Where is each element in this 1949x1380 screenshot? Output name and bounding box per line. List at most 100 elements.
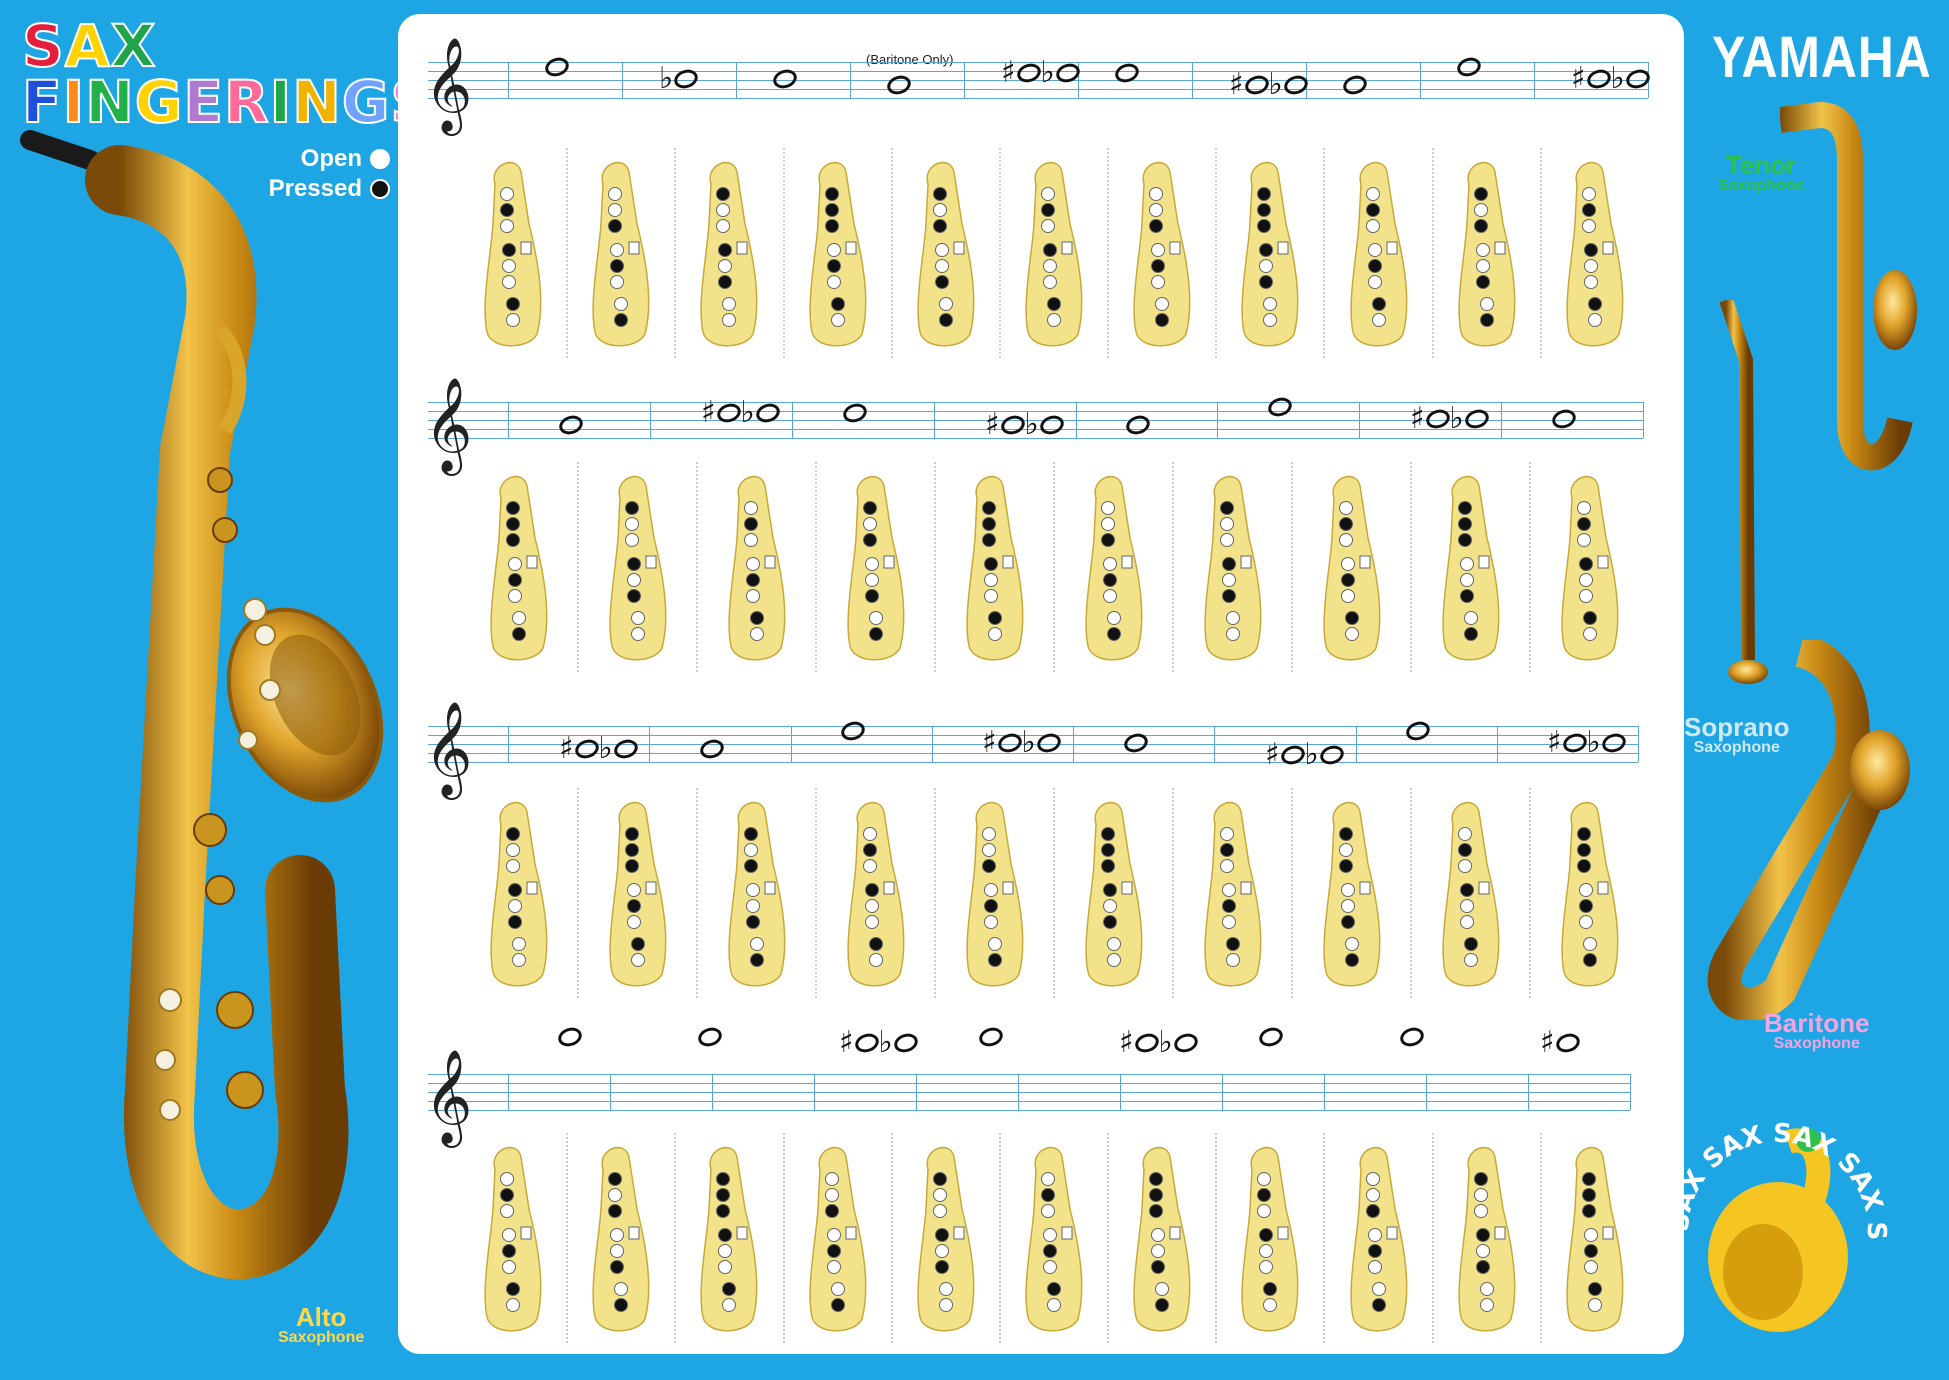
diagram-separator (1215, 1133, 1217, 1343)
barline (508, 726, 509, 762)
note-symbol (1454, 54, 1484, 80)
diagram-separator (999, 148, 1001, 358)
diagram-separator (934, 462, 936, 672)
fingering-diagram (1442, 801, 1500, 987)
fingering-diagram (1241, 1146, 1299, 1332)
diagram-separator (1410, 462, 1412, 672)
fingering-diagram (1350, 161, 1408, 347)
title-letter: G (341, 68, 391, 136)
title-line-1: SAX (21, 12, 433, 80)
fingering-diagram (1133, 1146, 1191, 1332)
barline (1120, 1074, 1121, 1110)
diagram-separator (696, 788, 698, 998)
diagram-separator (566, 148, 568, 358)
note-symbol (695, 1024, 725, 1050)
staff-line (428, 1110, 1630, 1111)
fingering-diagram (1085, 801, 1143, 987)
diagram-separator (891, 1133, 893, 1343)
barline (1076, 402, 1077, 438)
note-symbol: ♯ ♭ (982, 728, 1063, 758)
fingering-diagram (728, 801, 786, 987)
diagram-separator (1107, 1133, 1109, 1343)
diagram-separator (1432, 1133, 1434, 1343)
note-symbol: ♯ ♭ (1410, 404, 1491, 434)
title-letter: I (269, 68, 293, 136)
diagram-separator (815, 788, 817, 998)
barline (1420, 62, 1421, 98)
fingering-sheet: (Baritone Only) 𝄞 ♭ ♯ ♭ ♯ ♭ ♯ ♭ 𝄞 ♯ ♭ ♯ ♭ ♯ ♭ 𝄞 ♯ ♭ ♯ ♭ ♯ ♭ ♯ ♭… (398, 14, 1684, 1354)
barline (610, 1074, 611, 1110)
note-symbol (840, 400, 870, 426)
fingering-diagram (1561, 475, 1619, 661)
diagram-separator (783, 148, 785, 358)
fingering-diagram (592, 1146, 650, 1332)
alto-saxophone-image (20, 130, 384, 1280)
note-symbol (976, 1024, 1006, 1050)
title-line-2: FINGERINGS (21, 68, 433, 136)
fingering-diagram (847, 801, 905, 987)
barline (650, 402, 651, 438)
title-letter: A (64, 12, 111, 80)
fingering-diagram (1025, 161, 1083, 347)
note-symbol (1112, 60, 1142, 86)
fingering-diagram (1566, 161, 1624, 347)
title-letter: R (223, 68, 270, 136)
fingering-diagram (700, 1146, 758, 1332)
fingering-diagram (1350, 1146, 1408, 1332)
barline (1018, 1074, 1019, 1110)
treble-clef-icon: 𝄞 (424, 1049, 473, 1144)
brand-logo: YAMAHA (1712, 25, 1932, 90)
note-symbol (1340, 72, 1370, 98)
note-symbol (697, 736, 727, 762)
fingering-diagram (484, 1146, 542, 1332)
staff-line (428, 1092, 1630, 1093)
fingering-diagram (1323, 475, 1381, 661)
barline (1501, 402, 1502, 438)
barline (712, 1074, 713, 1110)
diagram-separator (1323, 148, 1325, 358)
diagram-separator (1410, 788, 1412, 998)
note-symbol (770, 66, 800, 92)
note-symbol: ♯ (1540, 1028, 1582, 1058)
fingering-diagram (1458, 1146, 1516, 1332)
fingering-diagram (847, 475, 905, 661)
baritone-name: Baritone (1764, 1008, 1870, 1038)
barline (1073, 726, 1074, 762)
staff-line (428, 1083, 1630, 1084)
note-symbol: ♯ ♭ (1119, 1028, 1200, 1058)
note-symbol: ♯ ♭ (701, 398, 782, 428)
barline (791, 726, 792, 762)
treble-clef-icon: 𝄞 (424, 377, 473, 472)
fingering-diagram (1085, 475, 1143, 661)
barline (1426, 1074, 1427, 1110)
fingering-diagram (1458, 161, 1516, 347)
note-symbol (1121, 730, 1151, 756)
diagram-separator (1540, 148, 1542, 358)
alto-name: Alto (295, 1302, 347, 1332)
tenor-name: Tenor (1725, 150, 1797, 180)
note-symbol: ♯ ♭ (1229, 70, 1310, 100)
fingering-diagram (809, 1146, 867, 1332)
title-letter: N (291, 68, 342, 136)
note-symbol (542, 54, 572, 80)
baritone-only-note: (Baritone Only) (866, 52, 954, 67)
diagram-separator (1172, 788, 1174, 998)
barline (508, 1074, 509, 1110)
barline (934, 402, 935, 438)
alto-saxophone-label: Alto Saxophone (278, 1304, 364, 1346)
diagram-separator (674, 148, 676, 358)
staff-line (428, 1101, 1630, 1102)
diagram-separator (783, 1133, 785, 1343)
diagram-separator (696, 462, 698, 672)
diagram-separator (1540, 1133, 1542, 1343)
barline (916, 1074, 917, 1110)
baritone-saxophone-label: Baritone Saxophone (1764, 1010, 1869, 1052)
diagram-separator (1529, 788, 1531, 998)
baritone-saxophone-image (1707, 640, 1910, 1020)
note-symbol: ♭ (659, 64, 701, 94)
note-symbol (884, 72, 914, 98)
note-symbol (1123, 412, 1153, 438)
barline (508, 402, 509, 438)
staff-line (428, 98, 1648, 99)
diagram-separator (577, 462, 579, 672)
